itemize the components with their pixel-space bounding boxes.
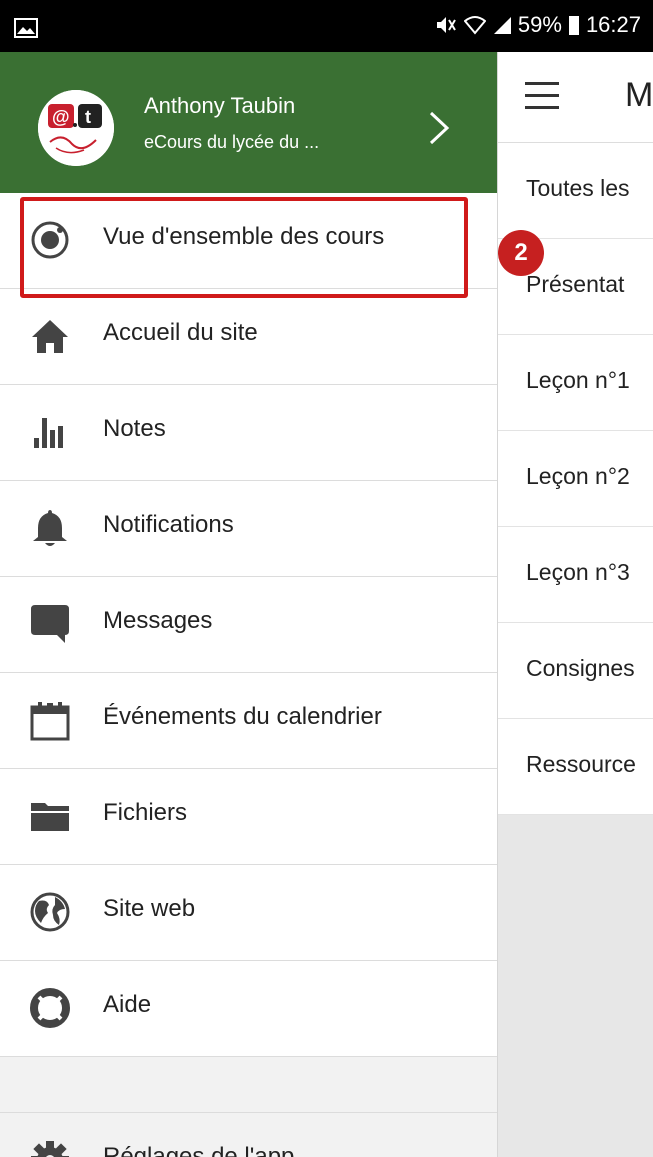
menu-item-app-settings[interactable]: Réglages de l'app bbox=[0, 1113, 497, 1157]
menu-item-website[interactable]: Site web bbox=[0, 865, 497, 961]
menu-item-help[interactable]: Aide bbox=[0, 961, 497, 1057]
content-title: M bbox=[625, 76, 653, 114]
signal-icon bbox=[492, 15, 512, 35]
menu-item-grades[interactable]: Notes bbox=[0, 385, 497, 481]
menu-item-home[interactable]: Accueil du site bbox=[0, 289, 497, 385]
menu-item-label: Notes bbox=[103, 415, 166, 442]
menu-item-label: Aide bbox=[103, 991, 152, 1018]
section-row[interactable]: Leçon n°3 bbox=[497, 527, 653, 623]
home-icon bbox=[28, 314, 72, 358]
menu-item-label: Site web bbox=[103, 895, 196, 922]
grades-icon bbox=[28, 410, 72, 454]
folder-icon bbox=[28, 794, 72, 838]
chat-icon bbox=[28, 602, 72, 646]
clock: 16:27 bbox=[585, 12, 641, 37]
gear-icon bbox=[28, 1138, 72, 1157]
drawer-header[interactable]: @ t Anthony Taubin eCours du lycée du ..… bbox=[0, 52, 497, 193]
menu-item-calendar-events[interactable]: Événements du calendrier bbox=[0, 673, 497, 769]
svg-text:t: t bbox=[85, 107, 91, 127]
calendar-icon bbox=[28, 698, 72, 742]
menu-item-files[interactable]: Fichiers bbox=[0, 769, 497, 865]
avatar: @ t bbox=[38, 90, 114, 166]
menu-item-label: Notifications bbox=[103, 511, 234, 538]
mute-icon bbox=[434, 14, 458, 36]
section-row[interactable]: Ressource bbox=[497, 719, 653, 815]
status-bar: 59% 16:27 bbox=[0, 0, 653, 52]
menu-item-label: Messages bbox=[103, 607, 213, 634]
menu-item-messages[interactable]: Messages bbox=[0, 577, 497, 673]
menu-divider bbox=[0, 1057, 497, 1113]
globe-icon bbox=[28, 890, 72, 934]
menu-item-label: Événements du calendrier bbox=[103, 703, 382, 730]
section-row[interactable]: Consignes bbox=[497, 623, 653, 719]
battery-percent: 59% bbox=[517, 12, 562, 37]
content-app-bar: M bbox=[497, 52, 653, 143]
annotation-step-badge: 2 bbox=[498, 230, 544, 276]
wifi-icon bbox=[463, 15, 486, 35]
battery-icon bbox=[568, 14, 580, 36]
svg-text:@: @ bbox=[52, 107, 70, 127]
course-content-panel: M Toutes les Présentat Leçon n°1 Leçon n… bbox=[497, 52, 653, 1157]
menu-item-label: Réglages de l'app bbox=[103, 1143, 295, 1157]
bell-icon bbox=[28, 506, 72, 550]
lifebuoy-icon bbox=[28, 986, 72, 1030]
menu-item-label: Fichiers bbox=[103, 799, 188, 826]
section-row[interactable]: Toutes les bbox=[497, 143, 653, 239]
section-row[interactable]: Leçon n°1 bbox=[497, 335, 653, 431]
chevron-right-icon[interactable] bbox=[428, 110, 450, 151]
image-notification-icon bbox=[14, 18, 38, 43]
drawer-menu: Vue d'ensemble des cours Accueil du site… bbox=[0, 193, 497, 1157]
menu-icon[interactable] bbox=[525, 82, 559, 118]
section-row[interactable]: Leçon n°2 bbox=[497, 431, 653, 527]
annotation-highlight-box bbox=[20, 197, 468, 298]
menu-item-label: Accueil du site bbox=[103, 319, 258, 346]
menu-item-notifications[interactable]: Notifications bbox=[0, 481, 497, 577]
user-name: Anthony Taubin bbox=[144, 93, 296, 118]
user-site: eCours du lycée du ... bbox=[144, 132, 320, 152]
